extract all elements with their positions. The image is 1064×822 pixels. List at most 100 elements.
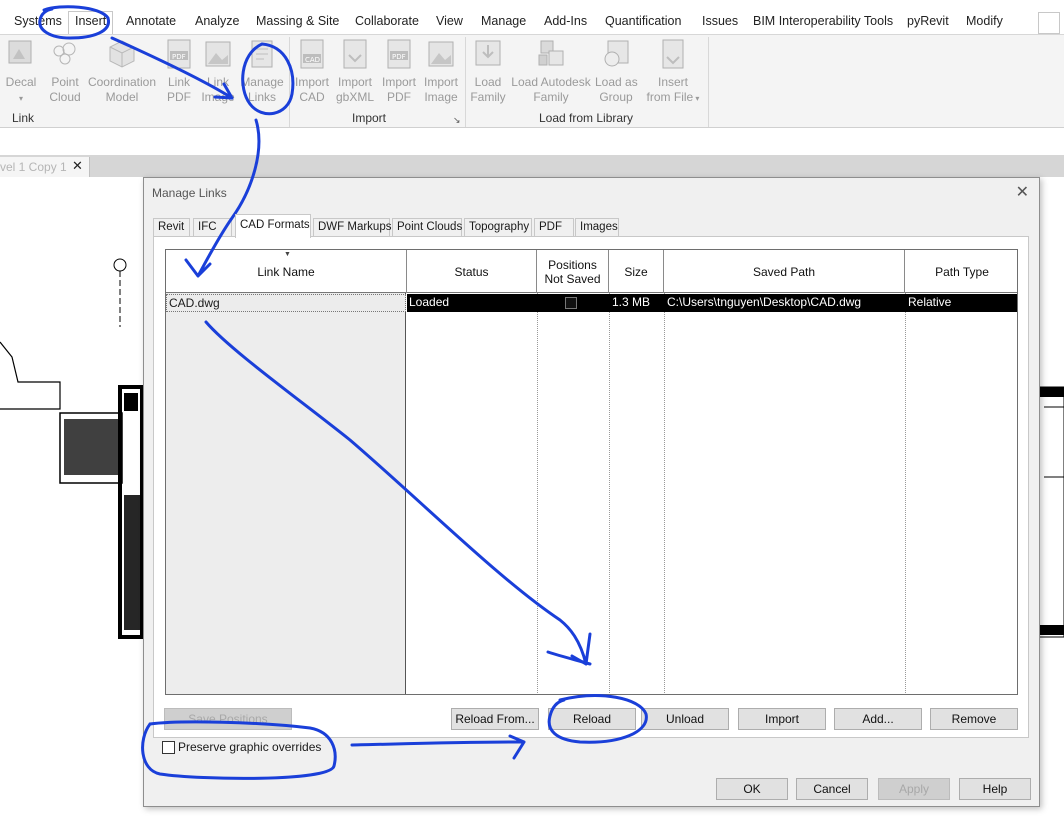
- table-header: Link Name ▼ Status Positions Not Saved S…: [166, 250, 1017, 293]
- link-pdf-icon: PDF: [167, 39, 191, 69]
- cell-status: Loaded: [409, 295, 450, 309]
- close-icon[interactable]: ✕: [72, 158, 83, 174]
- positions-not-saved-checkbox[interactable]: [565, 297, 577, 309]
- load-family-icon: [475, 40, 501, 66]
- column-header-path-type[interactable]: Path Type: [905, 250, 1017, 293]
- column-header-saved-path[interactable]: Saved Path: [664, 250, 905, 293]
- tab-manage[interactable]: Manage: [479, 14, 528, 34]
- tab-quantification[interactable]: Quantification: [603, 14, 683, 34]
- tab-images[interactable]: Images: [575, 218, 619, 237]
- checkbox-box[interactable]: [162, 740, 175, 754]
- link-image-icon: [205, 41, 231, 67]
- add-button[interactable]: Add...: [834, 708, 922, 730]
- import-dialog-launcher-icon[interactable]: ↘: [453, 115, 461, 126]
- save-positions-button[interactable]: Save Positions: [164, 708, 292, 730]
- tab-systems[interactable]: Systems: [12, 14, 64, 34]
- load-family-button[interactable]: Load Family: [468, 37, 508, 105]
- cell-saved-path: C:\Users\tnguyen\Desktop\CAD.dwg: [667, 295, 862, 309]
- sort-arrow-icon: ▼: [284, 251, 291, 258]
- load-autodesk-family-button[interactable]: Load Autodesk Family: [510, 37, 592, 105]
- group-label-link: Link: [12, 111, 35, 125]
- coordination-model-icon: [109, 40, 135, 68]
- help-button[interactable]: Help: [959, 778, 1031, 800]
- tab-topography[interactable]: Topography: [464, 218, 532, 237]
- svg-text:PDF: PDF: [392, 53, 406, 61]
- cell-path-type: Relative: [908, 295, 952, 309]
- group-label-load-from-library: Load from Library: [539, 111, 634, 125]
- link-image-button[interactable]: Link Image: [199, 37, 237, 105]
- tab-insert[interactable]: Insert: [68, 11, 114, 36]
- links-table: Link Name ▼ Status Positions Not Saved S…: [165, 249, 1018, 695]
- ribbon-minimize-toggle[interactable]: [1038, 12, 1060, 34]
- tab-add-ins[interactable]: Add-Ins: [542, 14, 589, 34]
- ribbon-panel: Decal ▾ Point Cloud Coordination Model P…: [0, 34, 1064, 128]
- insert-from-file-button[interactable]: Insert from File ▾: [645, 37, 701, 106]
- tab-dwf-markups[interactable]: DWF Markups: [313, 218, 391, 237]
- dialog-title: Manage Links: [152, 186, 227, 200]
- tab-bim-interoperability-tools[interactable]: BIM Interoperability Tools: [751, 14, 895, 34]
- checkbox-label: Preserve graphic overrides: [178, 740, 322, 754]
- tab-pdf[interactable]: PDF: [534, 218, 574, 237]
- group-separator: [465, 37, 466, 127]
- cad-formats-tab-panel: Link Name ▼ Status Positions Not Saved S…: [153, 236, 1029, 738]
- dialog-close-icon[interactable]: ✕: [1016, 182, 1029, 202]
- tab-pyrevit[interactable]: pyRevit: [905, 14, 951, 34]
- remove-button[interactable]: Remove: [930, 708, 1018, 730]
- tab-point-clouds[interactable]: Point Clouds: [392, 218, 462, 237]
- import-gbxml-button[interactable]: Import gbXML: [334, 37, 376, 105]
- import-image-button[interactable]: Import Image: [421, 37, 461, 105]
- tab-modify[interactable]: Modify: [964, 14, 1005, 34]
- tab-collaborate[interactable]: Collaborate: [353, 14, 421, 34]
- manage-links-icon: [251, 40, 273, 68]
- decal-button[interactable]: Decal ▾: [4, 37, 38, 106]
- reload-from-button[interactable]: Reload From...: [451, 708, 539, 730]
- column-divider: [609, 293, 610, 694]
- load-autodesk-family-icon: [538, 40, 564, 66]
- point-cloud-button[interactable]: Point Cloud: [46, 37, 84, 105]
- import-cad-button[interactable]: CAD Import CAD: [293, 37, 331, 105]
- column-header-status[interactable]: Status: [407, 250, 537, 293]
- import-pdf-icon: PDF: [387, 39, 411, 69]
- tab-analyze[interactable]: Analyze: [193, 14, 241, 34]
- column-header-positions-not-saved[interactable]: Positions Not Saved: [537, 250, 609, 293]
- group-separator: [289, 37, 290, 127]
- manage-links-button[interactable]: Manage Links: [240, 37, 284, 105]
- tab-revit[interactable]: Revit: [153, 218, 190, 237]
- svg-text:CAD: CAD: [305, 56, 320, 64]
- group-label-import: Import: [352, 111, 387, 125]
- tab-view[interactable]: View: [434, 14, 465, 34]
- ribbon-tab-bar: Systems Insert Annotate Analyze Massing …: [0, 0, 1064, 36]
- tab-ifc[interactable]: IFC: [193, 218, 232, 237]
- ok-button[interactable]: OK: [716, 778, 788, 800]
- table-row[interactable]: CAD.dwg Loaded 1.3 MB C:\Users\tnguyen\D…: [166, 294, 1017, 312]
- tab-massing-site[interactable]: Massing & Site: [254, 14, 341, 34]
- coordination-model-button[interactable]: Coordination Model: [86, 37, 158, 105]
- link-pdf-button[interactable]: PDF Link PDF: [162, 37, 196, 105]
- import-cad-icon: CAD: [300, 39, 324, 69]
- import-button[interactable]: Import: [738, 708, 826, 730]
- tab-issues[interactable]: Issues: [700, 14, 740, 34]
- link-name-column-bg: [166, 293, 406, 694]
- view-strip-spacer: [0, 129, 1064, 155]
- column-header-size[interactable]: Size: [609, 250, 664, 293]
- reload-button[interactable]: Reload: [548, 708, 636, 730]
- import-image-icon: [428, 41, 454, 67]
- manage-links-dialog: Manage Links ✕ Revit IFC CAD Formats DWF…: [143, 177, 1040, 807]
- preserve-graphic-overrides-checkbox[interactable]: Preserve graphic overrides: [162, 739, 321, 755]
- column-divider: [537, 293, 538, 694]
- cell-link-name[interactable]: CAD.dwg: [166, 294, 406, 312]
- load-as-group-button[interactable]: Load as Group: [595, 37, 638, 105]
- apply-button[interactable]: Apply: [878, 778, 950, 800]
- view-tab-bar: [0, 155, 1064, 177]
- tab-cad-formats[interactable]: CAD Formats: [235, 214, 311, 238]
- import-pdf-button[interactable]: PDF Import PDF: [379, 37, 419, 105]
- cancel-button[interactable]: Cancel: [796, 778, 868, 800]
- unload-button[interactable]: Unload: [641, 708, 729, 730]
- point-cloud-icon: [53, 42, 76, 65]
- decal-icon: [8, 40, 32, 64]
- tab-annotate[interactable]: Annotate: [124, 14, 178, 34]
- cell-size: 1.3 MB: [612, 295, 651, 309]
- insert-from-file-icon: [662, 39, 684, 69]
- import-gbxml-icon: [343, 39, 367, 69]
- chevron-down-icon: ▾: [693, 94, 700, 103]
